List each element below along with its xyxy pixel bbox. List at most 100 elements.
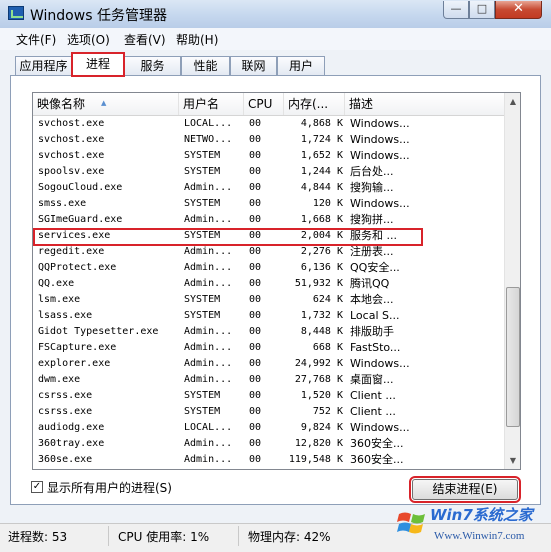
- column-image-name[interactable]: ▲ 映像名称: [33, 93, 179, 115]
- row-memory: 1,732 K: [300, 310, 343, 321]
- table-row[interactable]: SGImeGuard.exe Admin... 00 1,668 K 搜狗拼...: [33, 212, 504, 228]
- table-row[interactable]: dwm.exe Admin... 00 27,768 K 桌面窗...: [33, 372, 504, 388]
- maximize-button[interactable]: □: [469, 1, 495, 19]
- row-description: 排版助手: [350, 325, 394, 338]
- row-image-name: lsm.exe: [38, 294, 81, 305]
- row-cpu: 00: [249, 454, 262, 465]
- column-cpu[interactable]: CPU: [244, 93, 284, 115]
- column-memory[interactable]: 内存(...: [284, 93, 345, 115]
- row-cpu: 00: [249, 374, 262, 385]
- table-row[interactable]: regedit.exe Admin... 00 2,276 K 注册表...: [33, 244, 504, 260]
- cpu-usage: CPU 使用率: 1%: [118, 530, 210, 544]
- close-button[interactable]: ✕: [495, 1, 542, 19]
- show-all-users-label[interactable]: 显示所有用户的进程(S): [47, 479, 172, 496]
- table-row[interactable]: lsm.exe SYSTEM 00 624 K 本地会...: [33, 292, 504, 308]
- physical-memory: 物理内存: 42%: [248, 530, 331, 544]
- tab-users[interactable]: 用户: [277, 56, 325, 75]
- row-description: Windows...: [350, 357, 410, 370]
- window-title: Windows 任务管理器: [30, 8, 167, 24]
- menu-options[interactable]: 选项(O): [67, 31, 110, 48]
- row-description: QQ安全...: [350, 261, 400, 274]
- row-memory: 120 K: [312, 198, 343, 209]
- row-image-name: smss.exe: [38, 198, 87, 209]
- row-description: 360安全...: [350, 453, 404, 466]
- row-memory: 6,136 K: [300, 262, 343, 273]
- row-cpu: 00: [249, 358, 262, 369]
- tab-performance[interactable]: 性能: [181, 56, 230, 75]
- row-image-name: svchost.exe: [38, 118, 105, 129]
- row-user-name: Admin...: [184, 342, 233, 353]
- row-image-name: spoolsv.exe: [38, 166, 105, 177]
- row-image-name: svchost.exe: [38, 134, 105, 145]
- row-memory: 4,844 K: [300, 182, 343, 193]
- row-user-name: SYSTEM: [184, 310, 221, 321]
- table-row[interactable]: Gidot Typesetter.exe Admin... 00 8,448 K 排版助…: [33, 324, 504, 340]
- table-row[interactable]: QQProtect.exe Admin... 00 6,136 K QQ安全...: [33, 260, 504, 276]
- row-description: 桌面窗...: [350, 373, 394, 386]
- row-description: Windows...: [350, 197, 410, 210]
- table-row[interactable]: FSCapture.exe Admin... 00 668 K FastSto...: [33, 340, 504, 356]
- minimize-button[interactable]: —: [443, 1, 469, 19]
- table-row[interactable]: smss.exe SYSTEM 00 120 K Windows...: [33, 196, 504, 212]
- tab-networking[interactable]: 联网: [230, 56, 277, 75]
- row-cpu: 00: [249, 438, 262, 449]
- row-image-name: svchost.exe: [38, 150, 105, 161]
- vertical-scrollbar[interactable]: ▲ ▼: [504, 93, 520, 469]
- scroll-thumb[interactable]: [506, 287, 520, 427]
- tab-processes[interactable]: 进程: [71, 52, 125, 77]
- row-description: 搜狗输...: [350, 181, 394, 194]
- list-header: ▲ 映像名称 用户名 CPU 内存(... 描述: [33, 93, 504, 116]
- tab-services[interactable]: 服务: [124, 56, 181, 75]
- column-description[interactable]: 描述: [345, 93, 504, 115]
- row-user-name: SYSTEM: [184, 390, 221, 401]
- table-row[interactable]: QQ.exe Admin... 00 51,932 K 腾讯QQ: [33, 276, 504, 292]
- process-list[interactable]: ▲ 映像名称 用户名 CPU 内存(... 描述 svchost.exe LOCA…: [32, 92, 521, 470]
- table-row[interactable]: services.exe SYSTEM 00 2,004 K 服务和 ...: [33, 228, 504, 244]
- table-row[interactable]: 360se.exe Admin... 00 119,548 K 360安全...: [33, 452, 504, 468]
- table-row[interactable]: svchost.exe NETWO... 00 1,724 K Windows...: [33, 132, 504, 148]
- table-row[interactable]: SogouCloud.exe Admin... 00 4,844 K 搜狗输...: [33, 180, 504, 196]
- row-image-name: SogouCloud.exe: [38, 182, 123, 193]
- row-memory: 9,824 K: [300, 422, 343, 433]
- row-cpu: 00: [249, 118, 262, 129]
- row-memory: 2,276 K: [300, 246, 343, 257]
- row-cpu: 00: [249, 166, 262, 177]
- row-cpu: 00: [249, 422, 262, 433]
- table-row[interactable]: 360tray.exe Admin... 00 12,820 K 360安全...: [33, 436, 504, 452]
- menu-help[interactable]: 帮助(H): [176, 31, 218, 48]
- scroll-up-icon[interactable]: ▲: [505, 93, 520, 110]
- tab-applications[interactable]: 应用程序: [15, 56, 72, 75]
- row-user-name: SYSTEM: [184, 150, 221, 161]
- table-row[interactable]: explorer.exe Admin... 00 24,992 K Windows...: [33, 356, 504, 372]
- table-row[interactable]: svchost.exe LOCAL... 00 4,868 K Windows...: [33, 116, 504, 132]
- menu-file[interactable]: 文件(F): [16, 31, 56, 48]
- row-description: 注册表...: [350, 245, 394, 258]
- row-image-name: services.exe: [38, 230, 111, 241]
- row-memory: 1,520 K: [300, 390, 343, 401]
- row-image-name: lsass.exe: [38, 310, 93, 321]
- row-user-name: Admin...: [184, 374, 233, 385]
- row-description: Windows...: [350, 133, 410, 146]
- table-row[interactable]: lsass.exe SYSTEM 00 1,732 K Local S...: [33, 308, 504, 324]
- table-row[interactable]: csrss.exe SYSTEM 00 752 K Client ...: [33, 404, 504, 420]
- row-memory: 12,820 K: [294, 438, 343, 449]
- process-count: 进程数: 53: [8, 530, 68, 544]
- show-all-users-checkbox[interactable]: ✓: [31, 481, 43, 493]
- title-bar[interactable]: Windows 任务管理器 — □ ✕: [0, 0, 551, 29]
- table-row[interactable]: audiodg.exe LOCAL... 00 9,824 K Windows...: [33, 420, 504, 436]
- column-user-name[interactable]: 用户名: [179, 93, 244, 115]
- menu-view[interactable]: 查看(V): [124, 31, 166, 48]
- row-cpu: 00: [249, 294, 262, 305]
- row-memory: 8,448 K: [300, 326, 343, 337]
- row-user-name: Admin...: [184, 182, 233, 193]
- row-image-name: 360tray.exe: [38, 438, 105, 449]
- table-row[interactable]: spoolsv.exe SYSTEM 00 1,244 K 后台处...: [33, 164, 504, 180]
- end-process-button[interactable]: 结束进程(E): [409, 476, 521, 503]
- scroll-down-icon[interactable]: ▼: [505, 452, 520, 469]
- table-row[interactable]: svchost.exe SYSTEM 00 1,652 K Windows...: [33, 148, 504, 164]
- row-cpu: 00: [249, 310, 262, 321]
- row-user-name: Admin...: [184, 358, 233, 369]
- table-row[interactable]: csrss.exe SYSTEM 00 1,520 K Client ...: [33, 388, 504, 404]
- row-memory: 119,548 K: [288, 454, 343, 465]
- status-divider: [238, 526, 239, 546]
